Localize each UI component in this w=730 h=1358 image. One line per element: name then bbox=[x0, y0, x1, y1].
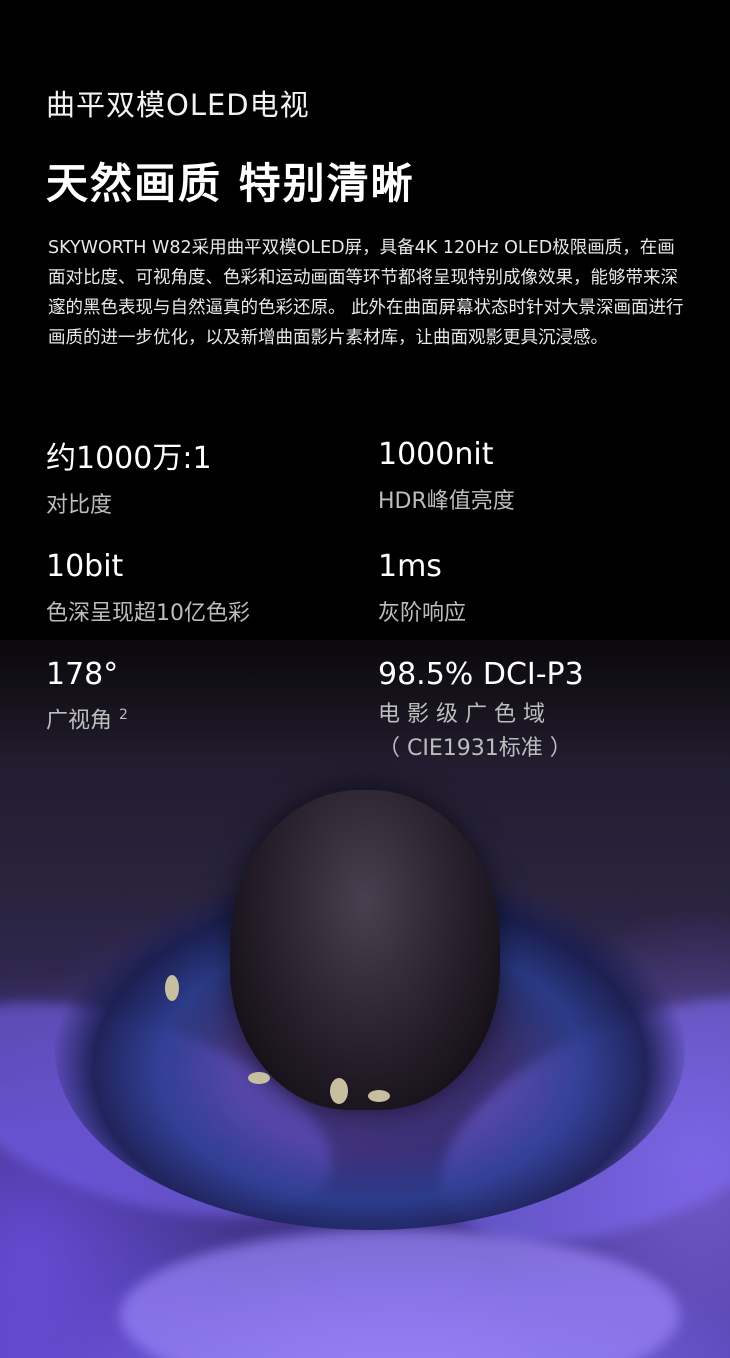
spec-color-depth: 10bit 色深呈现超10亿色彩 bbox=[46, 550, 250, 629]
spec-label: 灰阶响应 bbox=[378, 601, 467, 626]
spec-value: 98.5% DCI-P3 bbox=[378, 657, 584, 692]
spec-viewing-angle: 178° 广视角 2 bbox=[46, 658, 128, 736]
spec-label: 色深呈现超10亿色彩 bbox=[46, 601, 250, 626]
spec-value: 约1000万:1 bbox=[46, 441, 212, 476]
spec-peak-brightness: 1000nit HDR峰值亮度 bbox=[378, 438, 515, 517]
spec-value: 10bit bbox=[46, 549, 124, 584]
product-subtitle: 曲平双模OLED电视 bbox=[46, 88, 310, 122]
spec-label: 对比度 bbox=[46, 493, 113, 518]
spec-value: 1ms bbox=[378, 549, 442, 584]
pollen-dot bbox=[165, 975, 179, 1001]
spec-value: 1000nit bbox=[378, 437, 494, 472]
pollen-dot bbox=[368, 1090, 390, 1102]
spec-label-text: 广视角 bbox=[46, 708, 113, 734]
spec-label-note: （ CIE1931标准 ） bbox=[378, 736, 572, 761]
spec-label: 广视角 2 bbox=[46, 700, 128, 736]
spec-response-time: 1ms 灰阶响应 bbox=[378, 550, 466, 629]
headline: 天然画质 特别清晰 bbox=[46, 159, 415, 208]
spec-label: HDR峰值亮度 bbox=[378, 489, 515, 514]
spec-color-gamut: 98.5% DCI-P3 电 影 级 广 色 域 （ CIE1931标准 ） bbox=[378, 658, 584, 764]
footnote-marker: 2 bbox=[119, 707, 128, 723]
product-page: 曲平双模OLED电视 天然画质 特别清晰 SKYWORTH W82采用曲平双模O… bbox=[0, 0, 730, 1358]
pistil bbox=[230, 790, 500, 1110]
spec-value: 178° bbox=[46, 657, 119, 692]
spec-label: 电 影 级 广 色 域 bbox=[378, 702, 545, 727]
pollen-dot bbox=[330, 1078, 348, 1104]
description-paragraph: SKYWORTH W82采用曲平双模OLED屏，具备4K 120Hz OLED极… bbox=[48, 238, 684, 348]
spec-contrast: 约1000万:1 对比度 bbox=[46, 442, 212, 521]
pollen-dot bbox=[248, 1072, 270, 1084]
